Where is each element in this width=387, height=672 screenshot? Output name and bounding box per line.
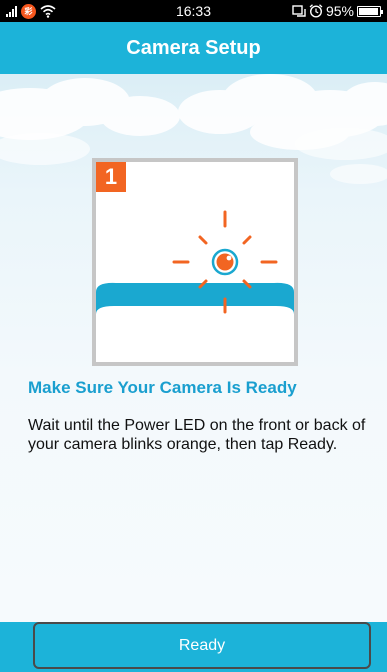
status-bar: 彩 16:33 95%: [0, 0, 387, 22]
alarm-icon: [309, 4, 323, 18]
ready-button[interactable]: Ready: [33, 622, 371, 669]
battery-percent: 95%: [325, 3, 354, 19]
page-title: Camera Setup: [126, 36, 261, 59]
content-area: 1 Make Sure Your Camera Is Ready Wait un…: [0, 74, 387, 622]
nav-bar: Camera Setup: [0, 22, 387, 74]
instruction-heading: Make Sure Your Camera Is Ready: [28, 378, 297, 397]
bottom-bar: Ready: [0, 622, 387, 672]
camera-led-icon: [96, 210, 294, 314]
sync-icon: [292, 4, 306, 17]
battery-icon: [357, 5, 383, 17]
camera-illustration: 1: [92, 158, 298, 366]
status-right: 95%: [292, 3, 383, 19]
instruction-description: Wait until the Power LED on the front or…: [28, 417, 366, 453]
